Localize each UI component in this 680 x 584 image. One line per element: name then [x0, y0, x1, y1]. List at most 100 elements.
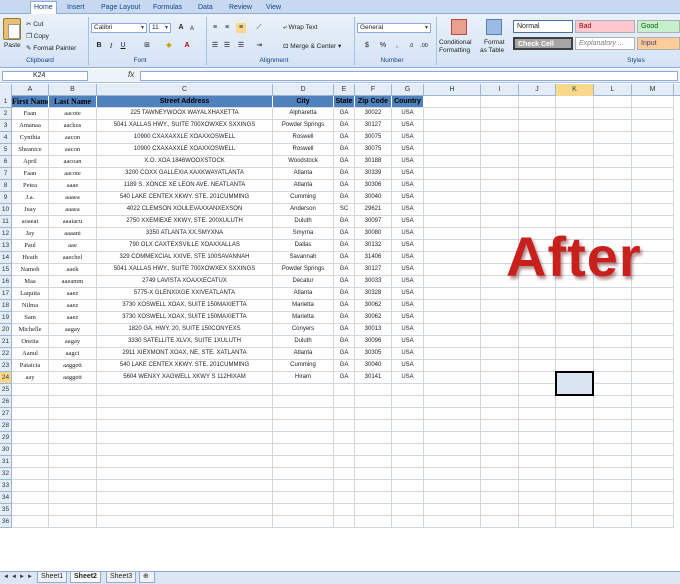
row-header[interactable]: 13 [0, 240, 12, 252]
table-cell[interactable]: 30097 [355, 216, 392, 228]
table-cell[interactable]: 30033 [355, 276, 392, 288]
bold-icon[interactable]: B [94, 41, 104, 51]
table-cell[interactable]: aacon [49, 132, 97, 144]
row-header[interactable]: 33 [0, 480, 12, 492]
table-cell[interactable]: USA [392, 228, 424, 240]
table-header-cell[interactable]: Country [392, 96, 424, 108]
column-header-b[interactable]: B [49, 84, 97, 96]
column-header-i[interactable]: I [481, 84, 519, 96]
style-check-cell[interactable]: Check Cell [513, 37, 573, 50]
table-cell[interactable]: GA [334, 156, 355, 168]
decrease-decimal-icon[interactable]: .00 [419, 41, 429, 51]
table-cell[interactable]: Pataicia [12, 360, 49, 372]
table-cell[interactable]: 30022 [355, 108, 392, 120]
table-cell[interactable]: 5041 XALLAS HWY., SUITE 700XOWXEX SXXING… [97, 264, 273, 276]
table-cell[interactable]: Laquita [12, 288, 49, 300]
table-cell[interactable]: USA [392, 372, 424, 384]
table-cell[interactable]: 2749 LAVISTA XOAXXECATUX [97, 276, 273, 288]
table-cell[interactable]: aoaeat [12, 216, 49, 228]
table-cell[interactable]: aacote [49, 108, 97, 120]
cut-button[interactable]: ✂ Cut [26, 20, 43, 28]
increase-decimal-icon[interactable]: .0 [406, 41, 416, 51]
align-middle-icon[interactable]: ≡ [222, 23, 232, 33]
table-cell[interactable]: GA [334, 372, 355, 384]
table-cell[interactable]: 30127 [355, 120, 392, 132]
select-all-corner[interactable] [0, 84, 12, 96]
table-cell[interactable]: 790 OLX CAXTEXSVILLE XOAXXALLAS [97, 240, 273, 252]
table-cell[interactable]: aaaani [49, 228, 97, 240]
table-cell[interactable]: 30306 [355, 180, 392, 192]
table-cell[interactable]: J.a. [12, 192, 49, 204]
table-cell[interactable]: USA [392, 264, 424, 276]
column-header-a[interactable]: A [12, 84, 49, 96]
table-cell[interactable]: 540 LAKE CENTEX XKWY. STE. 201CUMMING [97, 360, 273, 372]
underline-icon[interactable]: U [118, 41, 128, 51]
table-cell[interactable]: aacon [49, 144, 97, 156]
font-name-combo[interactable]: Calibri ▼ [91, 23, 147, 33]
table-cell[interactable]: aaggett [49, 372, 97, 384]
table-cell[interactable]: USA [392, 168, 424, 180]
table-cell[interactable]: 30062 [355, 300, 392, 312]
table-cell[interactable]: Juay [12, 204, 49, 216]
grow-font-icon[interactable]: A [176, 23, 186, 33]
table-cell[interactable]: GA [334, 324, 355, 336]
format-painter-button[interactable]: ✎ Format Painter [26, 44, 76, 52]
row-header[interactable]: 4 [0, 132, 12, 144]
tab-view[interactable]: View [263, 2, 284, 14]
last-sheet-icon[interactable]: ► [27, 574, 33, 580]
tab-home[interactable]: Home [30, 1, 57, 14]
table-cell[interactable]: USA [392, 216, 424, 228]
orientation-icon[interactable]: ⟋ [254, 23, 264, 33]
tab-insert[interactable]: Insert [64, 2, 88, 14]
row-header[interactable]: 22 [0, 348, 12, 360]
table-cell[interactable]: Cumming [273, 360, 334, 372]
table-cell[interactable]: aagci [49, 348, 97, 360]
table-cell[interactable]: 30013 [355, 324, 392, 336]
table-cell[interactable]: 540 LAKE CENTEX XKWY. STE. 201CUMMING [97, 192, 273, 204]
row-header[interactable]: 19 [0, 312, 12, 324]
column-header-e[interactable]: E [334, 84, 355, 96]
table-header-cell[interactable]: Street Address [97, 96, 273, 108]
table-cell[interactable]: GA [334, 216, 355, 228]
format-as-table-button[interactable]: Format [484, 39, 505, 46]
table-cell[interactable]: USA [392, 336, 424, 348]
table-cell[interactable]: GA [334, 168, 355, 180]
table-cell[interactable]: USA [392, 180, 424, 192]
table-cell[interactable]: USA [392, 132, 424, 144]
table-cell[interactable]: USA [392, 276, 424, 288]
table-cell[interactable]: Duluth [273, 336, 334, 348]
table-cell[interactable]: GA [334, 192, 355, 204]
table-cell[interactable]: Aanul [12, 348, 49, 360]
table-cell[interactable]: GA [334, 360, 355, 372]
table-cell[interactable]: Heath [12, 252, 49, 264]
table-cell[interactable]: SC [334, 204, 355, 216]
table-cell[interactable]: Dallas [273, 240, 334, 252]
copy-button[interactable]: ❐ Copy [26, 32, 49, 40]
table-cell[interactable]: 10900 CXAXAXXLE XOAXXOSWELL [97, 144, 273, 156]
next-sheet-icon[interactable]: ► [19, 574, 25, 580]
table-cell[interactable]: aae [49, 240, 97, 252]
table-cell[interactable]: USA [392, 156, 424, 168]
row-header[interactable]: 6 [0, 156, 12, 168]
table-cell[interactable]: USA [392, 252, 424, 264]
sheet-tab-sheet1[interactable]: Sheet1 [37, 572, 68, 583]
row-header[interactable]: 12 [0, 228, 12, 240]
table-cell[interactable]: USA [392, 204, 424, 216]
table-cell[interactable]: GA [334, 252, 355, 264]
table-cell[interactable]: 30096 [355, 336, 392, 348]
table-cell[interactable]: 30141 [355, 372, 392, 384]
column-header-m[interactable]: M [632, 84, 674, 96]
column-header-l[interactable]: L [594, 84, 632, 96]
table-cell[interactable]: aaae [49, 180, 97, 192]
number-format-combo[interactable]: General ▼ [357, 23, 431, 33]
table-cell[interactable]: Anderson [273, 204, 334, 216]
table-cell[interactable]: Atlanta [273, 168, 334, 180]
table-cell[interactable]: Atlanta [273, 180, 334, 192]
table-cell[interactable]: Michelle [12, 324, 49, 336]
table-header-cell[interactable]: Last Name [49, 96, 97, 108]
table-cell[interactable]: aaez [49, 300, 97, 312]
table-cell[interactable]: 3200 COXX GALLEXIA XAXKWAYATLANTA [97, 168, 273, 180]
row-header[interactable]: 31 [0, 456, 12, 468]
table-cell[interactable]: GA [334, 264, 355, 276]
paste-button[interactable]: Paste [4, 42, 21, 49]
